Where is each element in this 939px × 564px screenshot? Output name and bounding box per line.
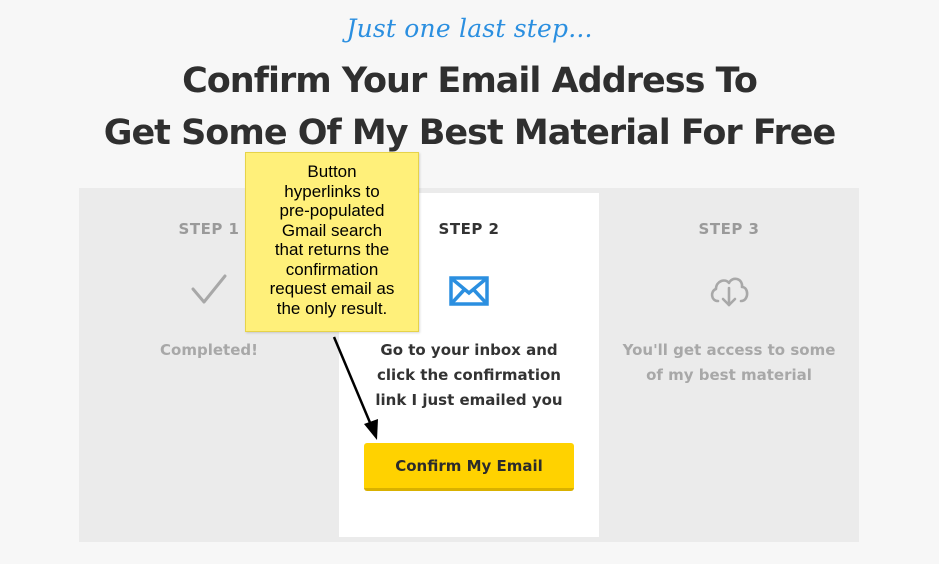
confirm-email-button[interactable]: Confirm My Email	[364, 443, 574, 491]
step-2-text: Go to your inbox and click the confirmat…	[375, 341, 563, 409]
checkmark-icon	[191, 274, 227, 304]
page-title: Confirm Your Email Address To Get Some O…	[0, 55, 939, 159]
tagline: Just one last step...	[346, 14, 593, 43]
annotation-note: Button hyperlinks to pre-populated Gmail…	[245, 152, 419, 332]
page-title-line-2: Get Some Of My Best Material For Free	[103, 113, 837, 153]
step-3-text: You'll get access to some of my best mat…	[622, 341, 836, 384]
cloud-download-icon	[710, 277, 749, 307]
envelope-icon	[449, 276, 489, 306]
step-3-card: STEP 3 You'll get access to some of my b…	[599, 188, 859, 542]
steps-panel: STEP 1 Completed! STEP 2 Go to your inbo…	[79, 188, 859, 542]
step-1-text: Completed!	[160, 341, 258, 359]
page-title-line-1: Confirm Your Email Address To	[182, 61, 758, 101]
step-3-label: STEP 3	[698, 220, 760, 238]
